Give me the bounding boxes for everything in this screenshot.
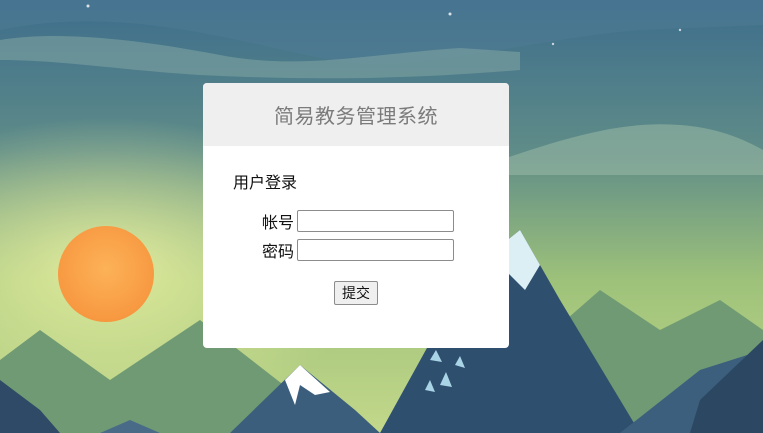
login-card: 简易教务管理系统 用户登录 帐号 密码 提交 [203, 83, 509, 348]
account-label: 帐号 [261, 213, 294, 232]
account-row: 帐号 [258, 209, 454, 233]
password-label: 密码 [261, 242, 294, 261]
account-input[interactable] [297, 210, 454, 232]
card-header: 简易教务管理系统 [203, 83, 509, 146]
app-title: 简易教务管理系统 [274, 104, 438, 128]
password-input[interactable] [297, 239, 454, 261]
submit-button[interactable]: 提交 [334, 281, 378, 305]
login-heading: 用户登录 [233, 173, 298, 192]
password-row: 密码 [258, 238, 454, 262]
